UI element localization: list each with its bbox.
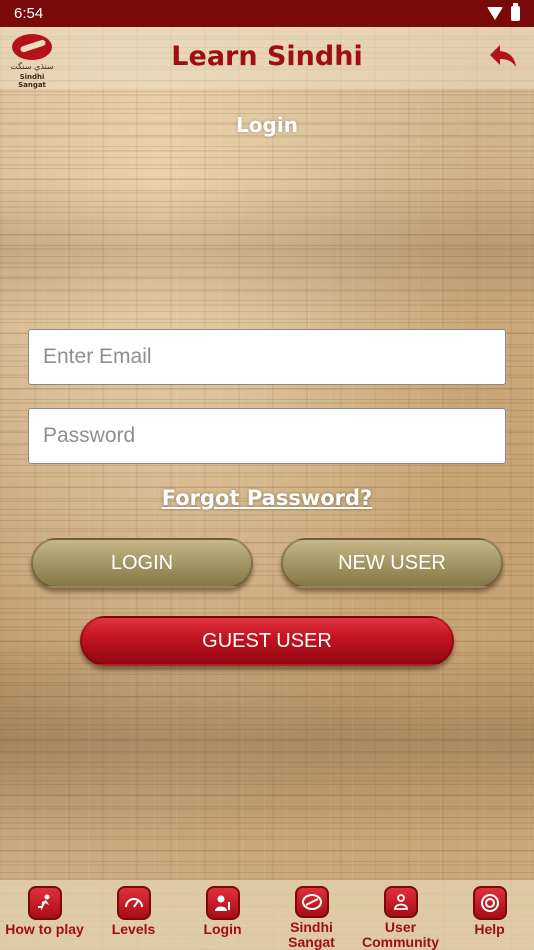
nav-item-sindhi-sangat[interactable]: Sindhi Sangat [272, 880, 352, 950]
email-field[interactable] [28, 329, 506, 385]
new-user-button[interactable]: NEW USER [281, 538, 503, 588]
wifi-icon [487, 7, 503, 20]
login-button[interactable]: LOGIN [31, 538, 253, 588]
nav-item-how-to-play[interactable]: How to play [5, 880, 85, 950]
battery-icon [511, 3, 520, 21]
background-shade [0, 180, 534, 320]
status-icons [487, 3, 520, 21]
nav-item-login[interactable]: Login [183, 880, 263, 950]
status-bar: 6:54 [0, 0, 534, 27]
nav-label: How to play [5, 921, 84, 937]
lifebuoy-icon [472, 886, 507, 920]
nav-label: Sindhi Sangat [288, 919, 335, 950]
user-login-icon [205, 886, 240, 920]
person-play-icon [27, 886, 62, 920]
nav-label: User Community [362, 919, 439, 950]
status-time: 6:54 [14, 5, 44, 22]
nav-item-help[interactable]: Help [450, 880, 530, 950]
community-icon [383, 886, 418, 918]
guest-user-button[interactable]: GUEST USER [80, 616, 454, 666]
gauge-icon [116, 886, 151, 920]
nav-item-user-community[interactable]: User Community [361, 880, 441, 950]
forgot-password-link[interactable]: Forgot Password? [0, 486, 534, 510]
page-title: Learn Sindhi [171, 41, 363, 72]
password-field[interactable] [28, 408, 506, 464]
nav-label: Help [474, 921, 505, 937]
login-heading: Login [236, 113, 298, 137]
sindhi-sangat-logo-icon [294, 886, 329, 918]
nav-label: Login [203, 921, 242, 937]
back-arrow-icon[interactable] [488, 42, 518, 70]
background-shade [0, 640, 534, 840]
nav-item-levels[interactable]: Levels [94, 880, 174, 950]
app-bar: سنڌي سنگت Sindhi Sangat Learn Sindhi [0, 27, 534, 89]
bottom-nav: How to play Levels Login Sindhi Sangat U… [0, 880, 534, 950]
nav-label: Levels [111, 921, 156, 937]
logo-text: Sindhi Sangat [18, 73, 46, 89]
